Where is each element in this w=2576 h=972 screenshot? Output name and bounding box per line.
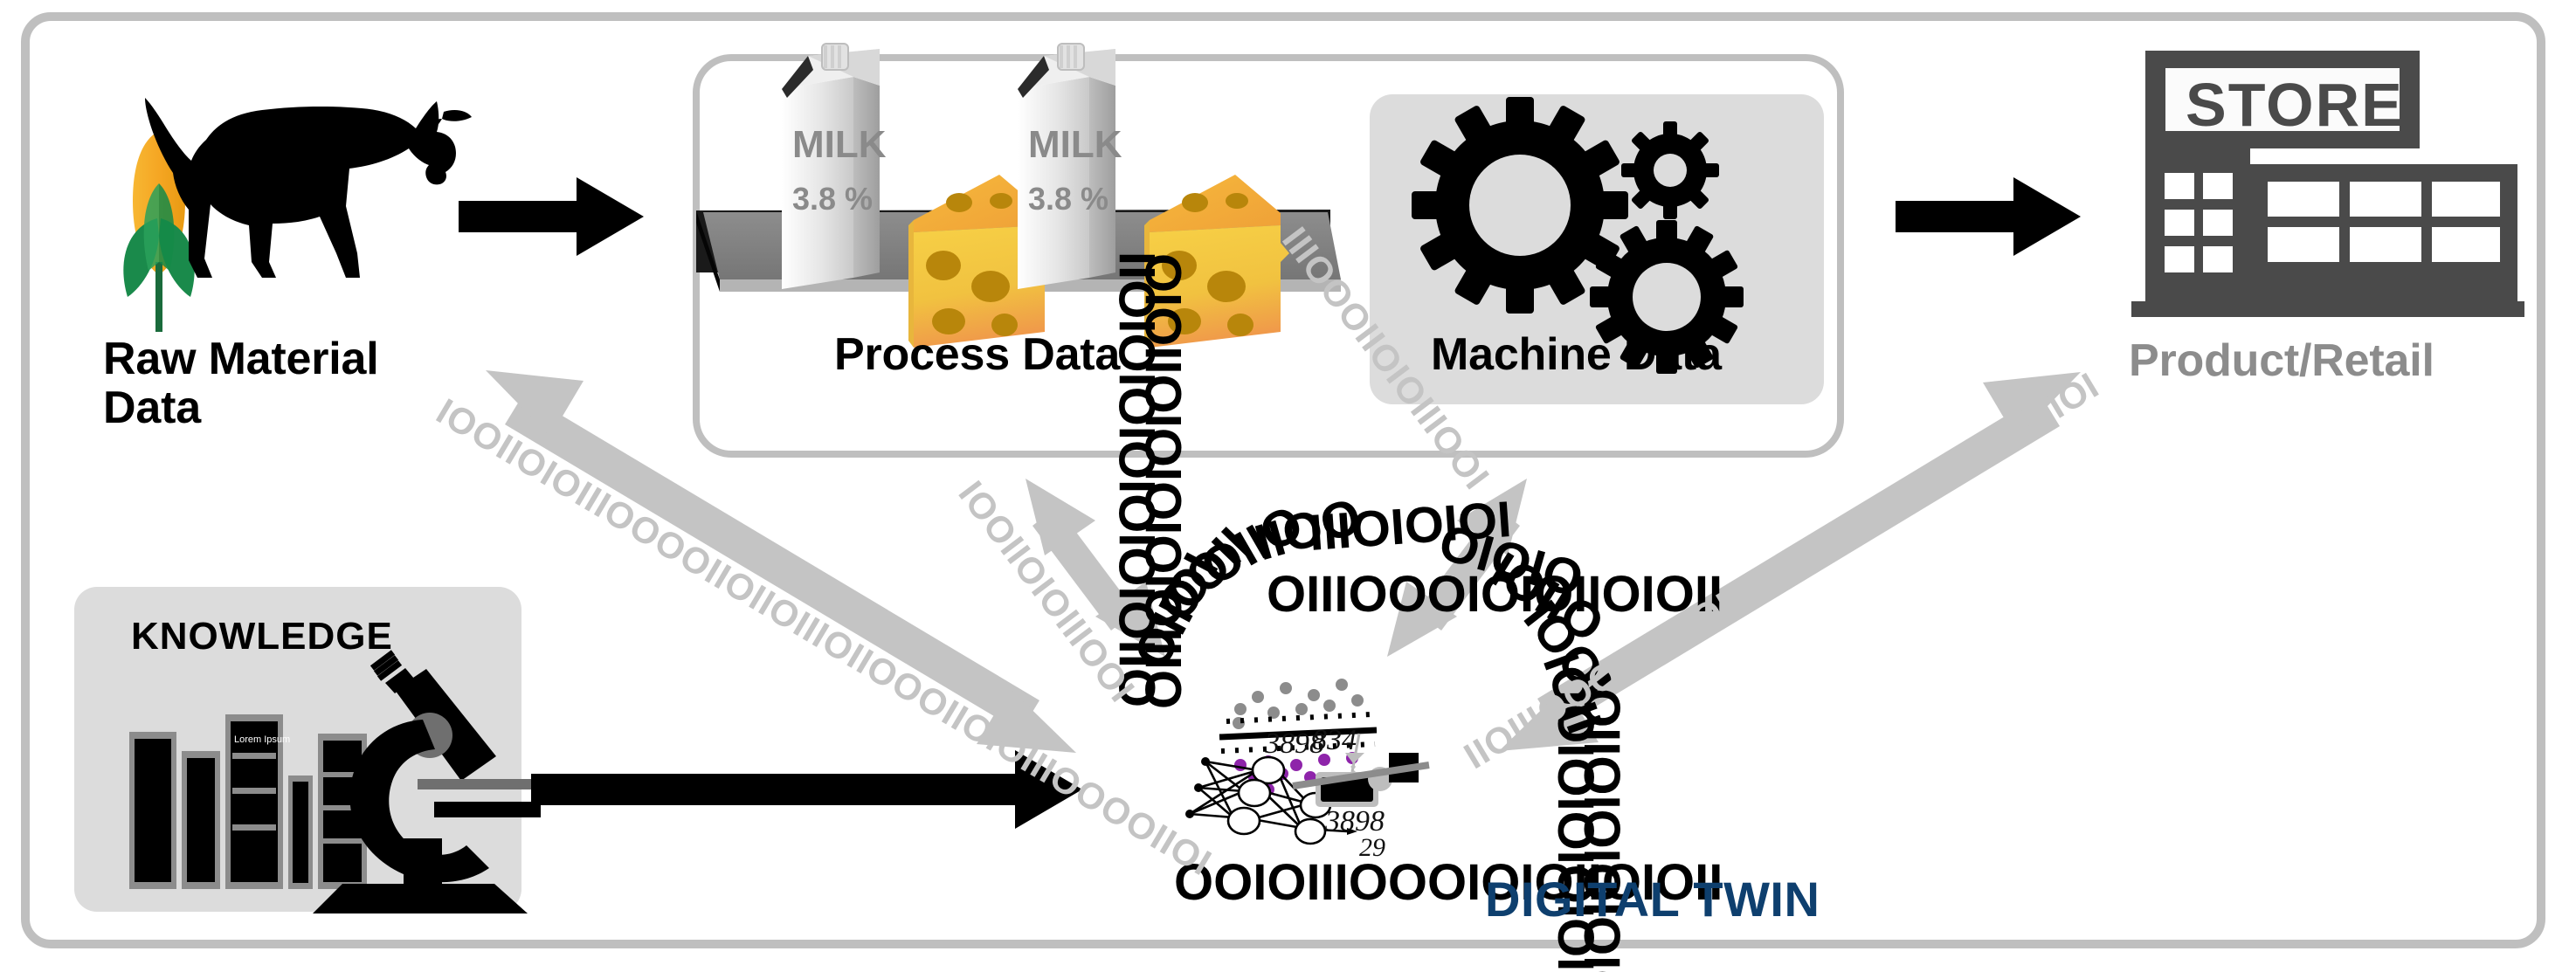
product-retail-label: Product/Retail (2129, 335, 2434, 386)
raw-material-label-line2: Data (103, 383, 201, 434)
machine-data-label: Machine Data (1431, 329, 1722, 380)
raw-material-label-line1: Raw Material (103, 334, 379, 384)
digital-twin-label: DIGITAL TWIN (1485, 872, 1820, 927)
diagram-canvas: MILK 3.8 % MILK 3.8 % STORE Lorem Ipsum … (0, 0, 2576, 972)
process-data-label: Process Data (834, 329, 1121, 380)
raw-material-label: Raw Material Data (103, 334, 479, 432)
knowledge-label: KNOWLEDGE (131, 615, 393, 658)
